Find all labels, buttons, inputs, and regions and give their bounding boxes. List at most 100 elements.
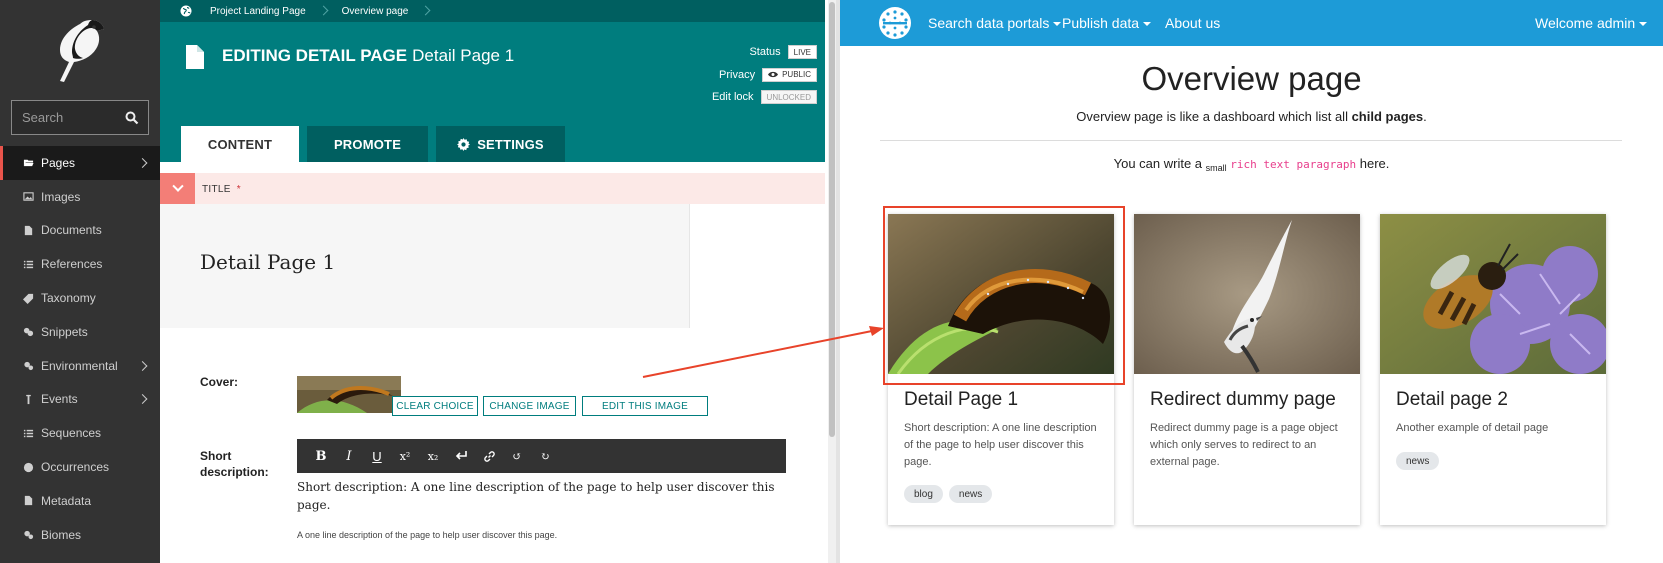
italic-button[interactable]: I [335,444,363,468]
undo-button[interactable]: ↺ [503,444,531,468]
card-image[interactable] [1380,214,1606,374]
cover-thumbnail[interactable] [297,376,401,413]
sidebar-item-label: Biomes [41,527,82,542]
card-title[interactable]: Detail page 2 [1396,389,1508,411]
sidebar-item-label: Snippets [41,324,88,339]
bold-button[interactable]: B [307,444,335,468]
preview-rich-text: You can write a small rich text paragrap… [840,156,1663,173]
card-title[interactable]: Detail Page 1 [904,389,1018,411]
rich-text-end: here. [1356,156,1390,171]
title-input-value[interactable]: Detail Page 1 [200,250,335,274]
subscript-button[interactable]: x₂ [419,444,447,468]
sidebar-item-label: References [41,257,103,272]
editor-tabs: CONTENT PROMOTE SETTINGS [181,126,573,162]
sidebar-search-input[interactable] [22,101,122,134]
editing-label: EDITING DETAIL PAGE [222,46,408,65]
wagtail-logo-icon[interactable] [48,14,112,84]
sidebar-item-snippets[interactable]: Snippets [0,315,160,349]
underline-button[interactable]: U [363,444,391,468]
brand-logo-icon[interactable] [878,6,912,40]
sidebar-item-metadata[interactable]: Metadata [0,484,160,518]
editing-page-name: Detail Page 1 [412,46,515,65]
admin-sidebar: Pages Images Documents References Taxonomy Sn… [0,0,160,563]
document-icon [186,45,204,69]
sidebar-item-references[interactable]: References [0,247,160,281]
preview-page-title: Overview page [1141,60,1362,97]
privacy-button[interactable]: PUBLIC [762,67,817,82]
redirect-page-card[interactable]: Redirect dummy page Redirect dummy page … [1134,214,1360,525]
sidebar-search [11,100,149,135]
sidebar-item-taxonomy[interactable]: Taxonomy [0,281,160,315]
detail-page-card[interactable]: Detail page 2 Another example of detail … [1380,214,1606,525]
sidebar-item-label: Metadata [41,493,92,508]
edit-lock-button[interactable]: UNLOCKED [760,90,817,105]
detail-page-card[interactable]: Detail Page 1 Short description: A one l… [888,214,1114,525]
search-icon[interactable] [124,110,140,126]
card-description: Short description: A one line descriptio… [904,422,1097,468]
bee-image [1380,214,1606,374]
card-title[interactable]: Redirect dummy page [1150,389,1336,411]
tag-icon [22,292,34,304]
nav-publish-data[interactable]: Publish data [1062,15,1152,31]
sidebar-item-pages[interactable]: Pages [0,146,160,180]
editor-scrollbar[interactable] [828,0,836,563]
pin-icon [22,393,34,405]
tag-badge[interactable]: blog [904,485,943,503]
card-image[interactable] [888,214,1114,374]
required-marker: * [236,184,241,195]
tab-content[interactable]: CONTENT [181,126,299,162]
line-break-icon [455,451,467,460]
tag-badge[interactable]: news [1396,452,1440,470]
caterpillar-image [888,214,1114,374]
globe-icon[interactable] [180,5,192,17]
nav-about-us[interactable]: About us [1165,15,1220,31]
rich-text-start: You can write a [1113,156,1206,171]
list-icon [22,258,34,270]
sidebar-item-occurrences[interactable]: Occurrences [0,450,160,484]
doc-icon [22,495,34,507]
sidebar-item-events[interactable]: Events [0,383,160,417]
cogs-icon [22,529,34,541]
sidebar-item-label: Pages [41,155,76,170]
sidebar-item-label: Sequences [41,426,102,441]
doc-icon [22,224,34,236]
short-description-input[interactable]: Short description: A one line descriptio… [297,478,777,514]
title-label-text: TITLE [202,184,231,195]
sidebar-item-environmental[interactable]: Environmental [0,349,160,383]
clear-choice-button[interactable]: CLEAR CHOICE [392,396,478,416]
status-badge[interactable]: LIVE [787,45,817,60]
line-break-button[interactable] [447,444,475,468]
collapse-toggle[interactable] [160,173,195,204]
status-label: Status [749,46,781,59]
page-editor: Project Landing Page Overview page EDITI… [160,0,825,563]
tab-promote[interactable]: PROMOTE [307,126,428,162]
redo-button[interactable]: ↻ [531,444,559,468]
sidebar-item-images[interactable]: Images [0,180,160,214]
sidebar-item-biomes[interactable]: Biomes [0,518,160,552]
cogs-icon [22,360,34,372]
page-title: EDITING DETAIL PAGE Detail Page 1 [222,46,514,66]
privacy-value: PUBLIC [782,70,811,80]
preview-intro: Overview page is like a dashboard which … [840,109,1663,124]
scrollbar-thumb[interactable] [829,2,835,437]
card-tags: blog news [904,485,998,503]
card-image[interactable] [1134,214,1360,374]
superscript-button[interactable]: x² [391,444,419,468]
tab-settings[interactable]: SETTINGS [436,126,565,162]
sidebar-item-sequences[interactable]: Sequences [0,416,160,450]
nav-user-menu[interactable]: Welcome admin [1535,15,1648,31]
nav-search-data-portals[interactable]: Search data portals [928,15,1062,31]
card-description: Redirect dummy page is a page object whi… [1150,422,1338,468]
breadcrumb-item[interactable]: Overview page [342,6,409,17]
sidebar-item-documents[interactable]: Documents [0,214,160,248]
breadcrumb-item[interactable]: Project Landing Page [210,6,306,17]
globe-icon [22,461,34,473]
link-button[interactable] [475,444,503,468]
title-input[interactable]: Detail Page 1 [160,204,690,328]
edit-image-button[interactable]: EDIT THIS IMAGE [582,396,708,416]
tag-badge[interactable]: news [948,485,993,503]
change-image-button[interactable]: CHANGE IMAGE [483,396,576,416]
nav-search-label: Search data portals [928,15,1050,31]
chevron-down-icon [171,180,184,192]
preview-divider [880,140,1622,141]
